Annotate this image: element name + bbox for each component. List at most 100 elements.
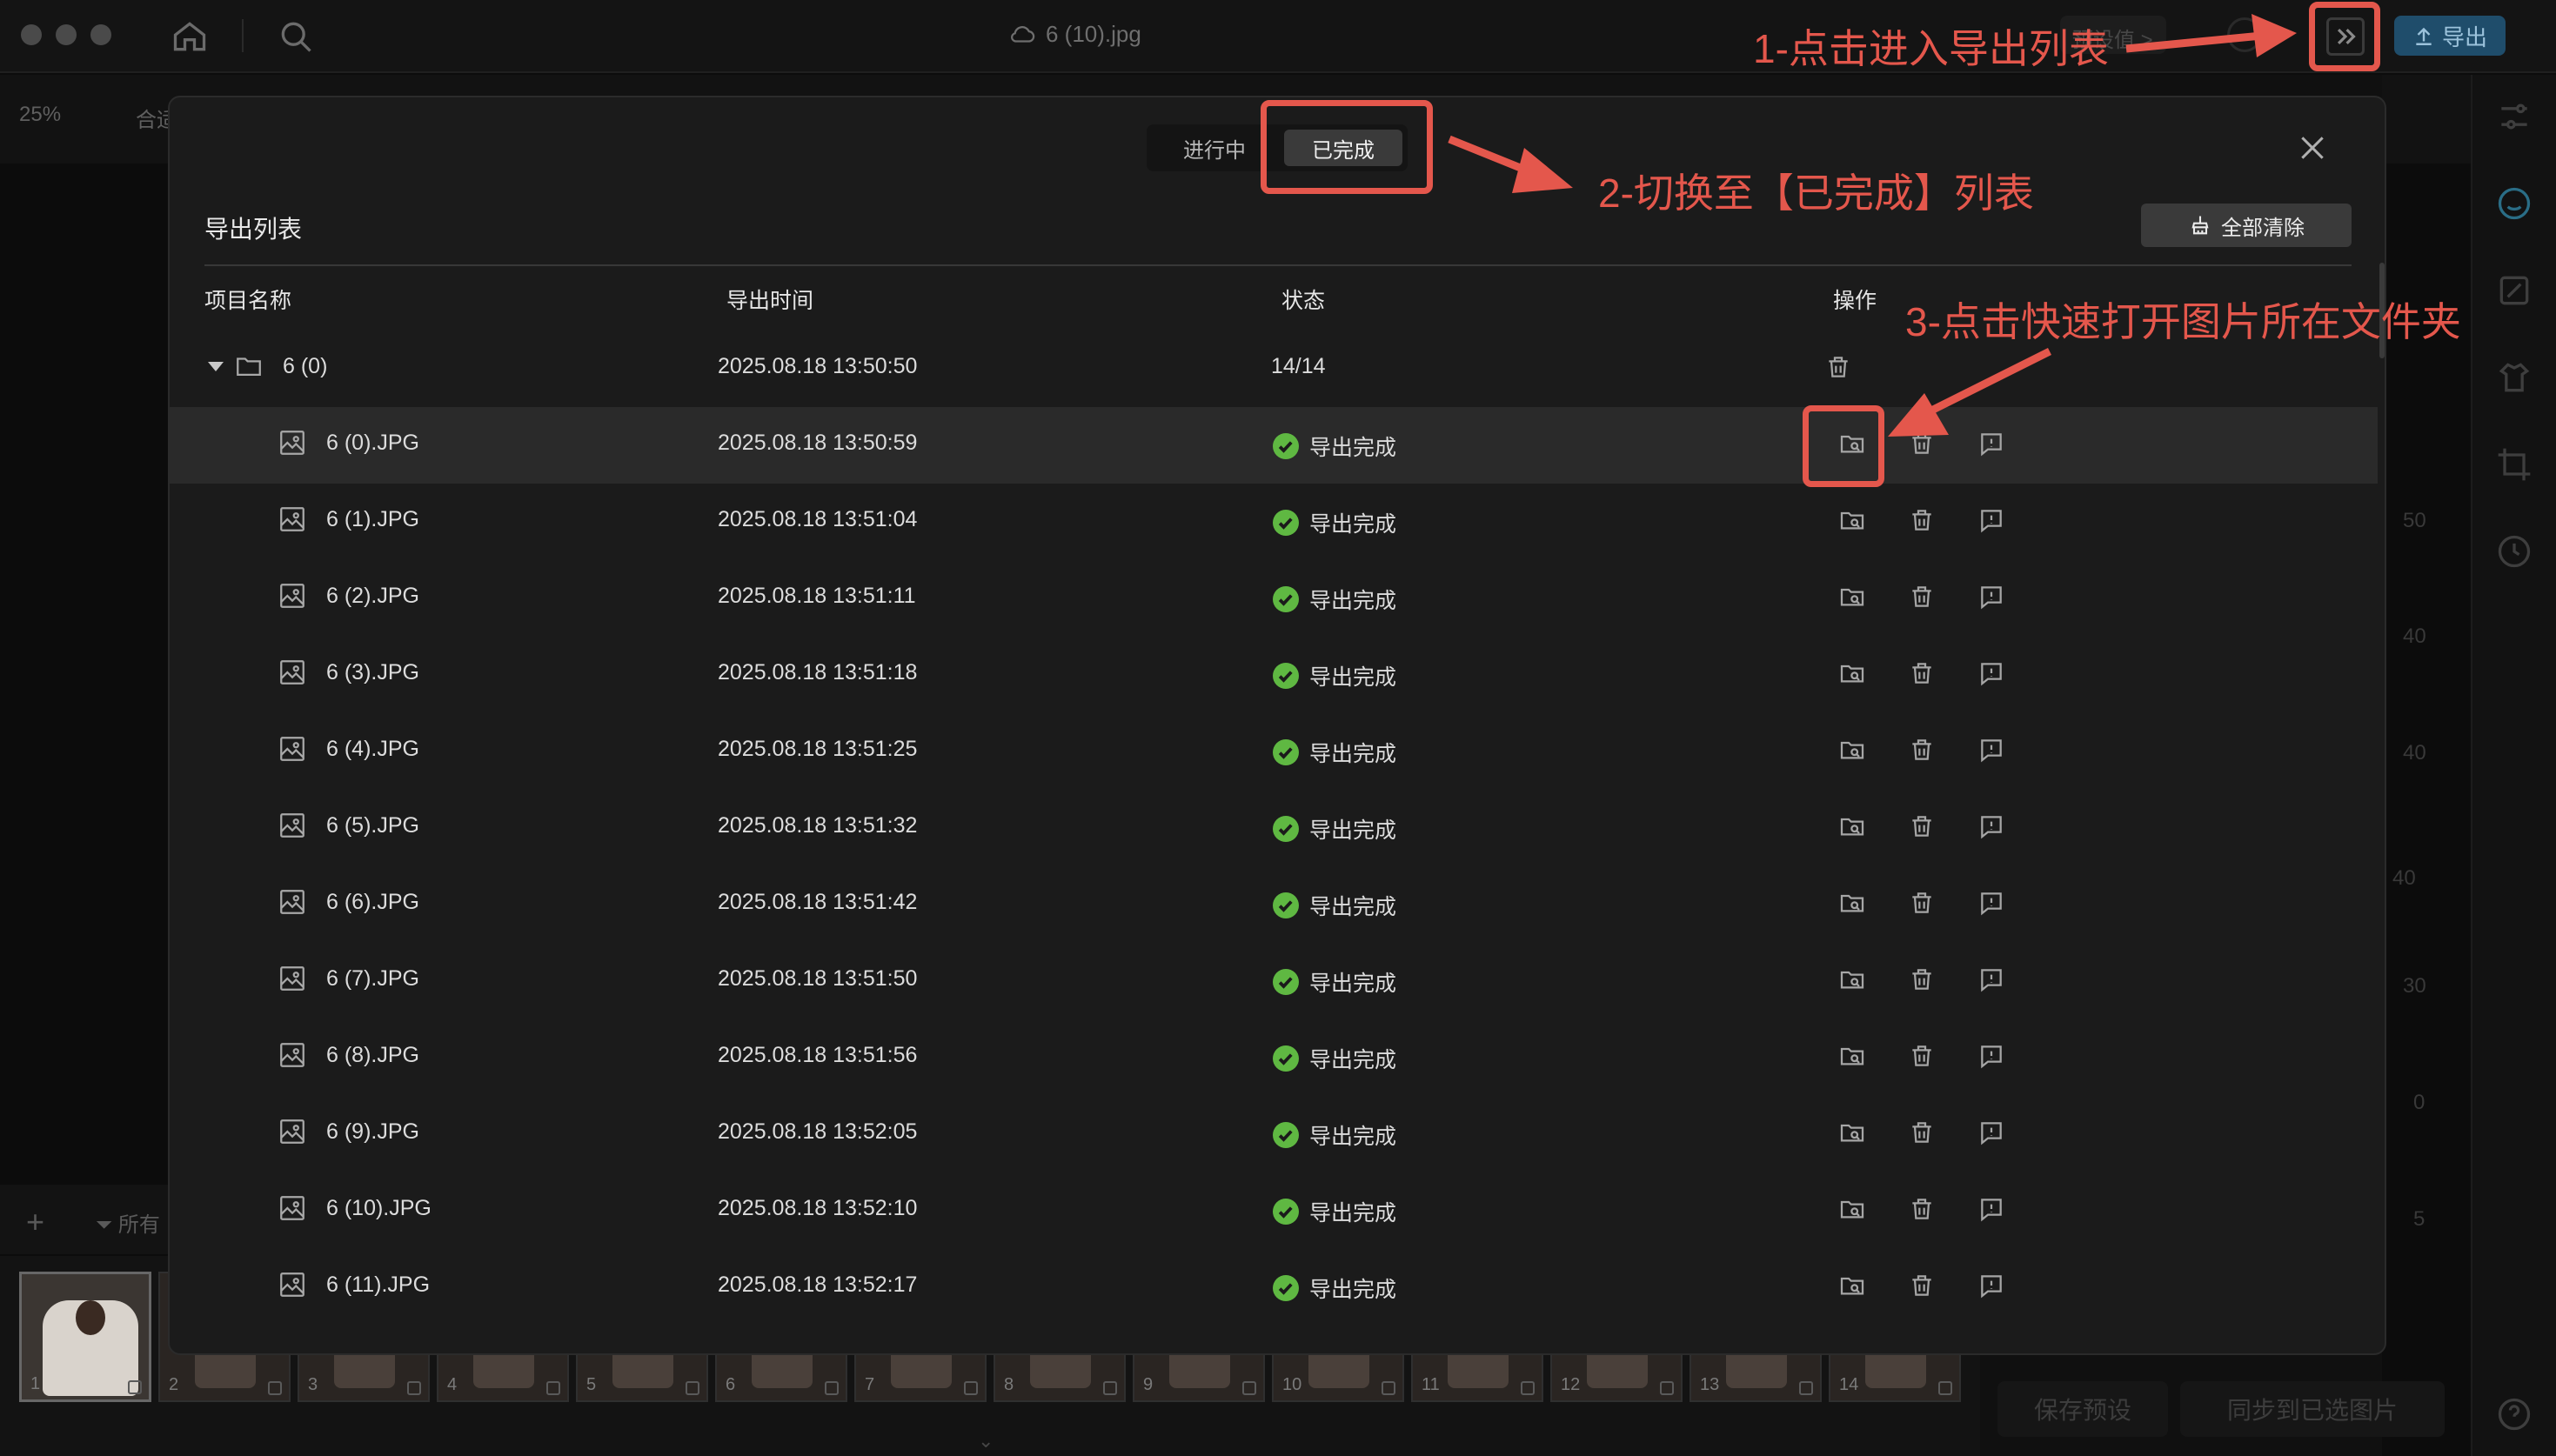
edit-icon[interactable] xyxy=(407,1381,421,1395)
history-icon[interactable] xyxy=(2495,532,2533,571)
column-header-name: 项目名称 xyxy=(204,289,292,313)
edit-icon[interactable] xyxy=(964,1381,978,1395)
edit-icon[interactable] xyxy=(1660,1381,1674,1395)
trash-icon[interactable] xyxy=(1908,506,1936,534)
info-message-icon[interactable] xyxy=(1977,812,2005,840)
edit-icon[interactable] xyxy=(686,1381,699,1395)
table-row[interactable]: 6 (9).JPG 2025.08.18 13:52:05 导出完成 xyxy=(170,1096,2378,1172)
open-folder-icon[interactable] xyxy=(1838,1119,1866,1146)
table-row[interactable]: 6 (2).JPG 2025.08.18 13:51:11 导出完成 xyxy=(170,560,2378,637)
edit-icon[interactable] xyxy=(1242,1381,1256,1395)
trash-icon[interactable] xyxy=(1908,1119,1936,1146)
round-icon[interactable] xyxy=(2227,17,2262,52)
check-circle-icon xyxy=(1273,663,1299,689)
filter-dropdown[interactable]: ⏷ 所有 xyxy=(96,1207,160,1238)
search-icon[interactable] xyxy=(277,17,315,56)
close-icon[interactable] xyxy=(2295,130,2330,165)
close-window-button[interactable] xyxy=(21,24,42,45)
save-preset-button[interactable]: 保存预设 xyxy=(1997,1381,2168,1437)
zoom-dropdown[interactable]: 25% xyxy=(19,103,61,127)
trash-icon[interactable] xyxy=(1908,889,1936,917)
edit-icon[interactable] xyxy=(546,1381,560,1395)
open-folder-icon[interactable] xyxy=(1838,583,1866,611)
table-row[interactable]: 6 (4).JPG 2025.08.18 13:51:25 导出完成 xyxy=(170,713,2378,790)
export-status: 导出完成 xyxy=(1309,1125,1397,1149)
file-name: 6 (5).JPG xyxy=(326,813,419,838)
maximize-window-button[interactable] xyxy=(90,24,111,45)
edit-icon[interactable] xyxy=(1521,1381,1535,1395)
trash-icon[interactable] xyxy=(1908,812,1936,840)
open-folder-icon[interactable] xyxy=(1838,1272,1866,1299)
open-folder-icon[interactable] xyxy=(1838,812,1866,840)
info-message-icon[interactable] xyxy=(1977,889,2005,917)
info-message-icon[interactable] xyxy=(1977,583,2005,611)
trash-icon[interactable] xyxy=(1908,1272,1936,1299)
edit-icon[interactable] xyxy=(1103,1381,1117,1395)
edit-square-icon[interactable] xyxy=(2495,271,2533,310)
table-row[interactable]: 6 (7).JPG 2025.08.18 13:51:50 导出完成 xyxy=(170,943,2378,1019)
help-icon[interactable] xyxy=(2495,1395,2533,1433)
trash-icon[interactable] xyxy=(1908,736,1936,764)
minimize-window-button[interactable] xyxy=(56,24,77,45)
file-name: 6 (9).JPG xyxy=(326,1119,419,1144)
face-retouch-icon[interactable] xyxy=(2495,184,2533,223)
table-row[interactable]: 6 (0).JPG 2025.08.18 13:50:59 导出完成 xyxy=(170,407,2378,484)
info-message-icon[interactable] xyxy=(1977,1119,2005,1146)
add-icon[interactable]: + xyxy=(26,1204,44,1240)
edit-icon[interactable] xyxy=(268,1381,282,1395)
sliders-icon[interactable] xyxy=(2495,97,2533,136)
thumbnail[interactable]: 1 xyxy=(19,1272,151,1402)
open-folder-icon[interactable] xyxy=(1838,1042,1866,1070)
expand-arrow-icon[interactable] xyxy=(208,362,224,371)
info-message-icon[interactable] xyxy=(1977,659,2005,687)
table-row[interactable]: 6 (11).JPG 2025.08.18 13:52:17 导出完成 xyxy=(170,1249,2378,1326)
trash-icon[interactable] xyxy=(1908,1042,1936,1070)
edit-icon[interactable] xyxy=(1382,1381,1395,1395)
trash-icon[interactable] xyxy=(1908,430,1936,458)
shirt-icon[interactable] xyxy=(2495,358,2533,397)
column-header-time: 导出时间 xyxy=(726,289,814,313)
title-bar: 6 (10).jpg 预设值 > 导出 xyxy=(0,0,2556,73)
open-folder-icon[interactable] xyxy=(1838,1195,1866,1223)
export-button[interactable]: 导出 xyxy=(2394,16,2506,56)
table-row[interactable]: 6 (5).JPG 2025.08.18 13:51:32 导出完成 xyxy=(170,790,2378,866)
edit-icon[interactable] xyxy=(825,1381,839,1395)
crop-icon[interactable] xyxy=(2495,445,2533,484)
info-message-icon[interactable] xyxy=(1977,1042,2005,1070)
open-folder-icon[interactable] xyxy=(1838,659,1866,687)
export-time: 2025.08.18 13:51:42 xyxy=(718,890,918,914)
trash-icon[interactable] xyxy=(1908,1195,1936,1223)
filter-label: 所有 xyxy=(117,1213,160,1237)
open-folder-icon[interactable] xyxy=(1838,965,1866,993)
trash-icon[interactable] xyxy=(1908,965,1936,993)
edit-icon[interactable] xyxy=(128,1380,142,1394)
edit-icon[interactable] xyxy=(1938,1381,1952,1395)
table-row[interactable]: 6 (3).JPG 2025.08.18 13:51:18 导出完成 xyxy=(170,637,2378,713)
info-message-icon[interactable] xyxy=(1977,736,2005,764)
home-icon[interactable] xyxy=(171,17,209,56)
open-folder-icon[interactable] xyxy=(1838,506,1866,534)
table-row[interactable]: 6 (6).JPG 2025.08.18 13:51:42 导出完成 xyxy=(170,866,2378,943)
info-message-icon[interactable] xyxy=(1977,965,2005,993)
sync-selected-button[interactable]: 同步到已选图片 xyxy=(2180,1381,2445,1437)
info-message-icon[interactable] xyxy=(1977,1272,2005,1299)
trash-icon[interactable] xyxy=(1908,659,1936,687)
thumbnail-number: 2 xyxy=(169,1375,179,1394)
open-folder-icon[interactable] xyxy=(1838,736,1866,764)
edit-icon[interactable] xyxy=(1799,1381,1813,1395)
clear-all-button[interactable]: 全部清除 xyxy=(2141,204,2352,247)
annotation-box-completed-tab xyxy=(1261,100,1433,194)
chevron-down-icon[interactable]: ⌄ xyxy=(978,1430,994,1453)
info-message-icon[interactable] xyxy=(1977,506,2005,534)
trash-icon[interactable] xyxy=(1908,583,1936,611)
tab-in-progress[interactable]: 进行中 xyxy=(1154,130,1275,166)
info-message-icon[interactable] xyxy=(1977,1195,2005,1223)
export-list-dialog: 进行中 已完成 导出列表 全部清除 项目名称 导出时间 状态 操作 6 (0) … xyxy=(168,96,2386,1355)
image-icon xyxy=(280,966,304,991)
table-row[interactable]: 6 (1).JPG 2025.08.18 13:51:04 导出完成 xyxy=(170,484,2378,560)
table-row[interactable]: 6 (8).JPG 2025.08.18 13:51:56 导出完成 xyxy=(170,1019,2378,1096)
trash-icon[interactable] xyxy=(1824,353,1852,381)
open-folder-icon[interactable] xyxy=(1838,889,1866,917)
table-row[interactable]: 6 (10).JPG 2025.08.18 13:52:10 导出完成 xyxy=(170,1172,2378,1249)
info-message-icon[interactable] xyxy=(1977,430,2005,458)
